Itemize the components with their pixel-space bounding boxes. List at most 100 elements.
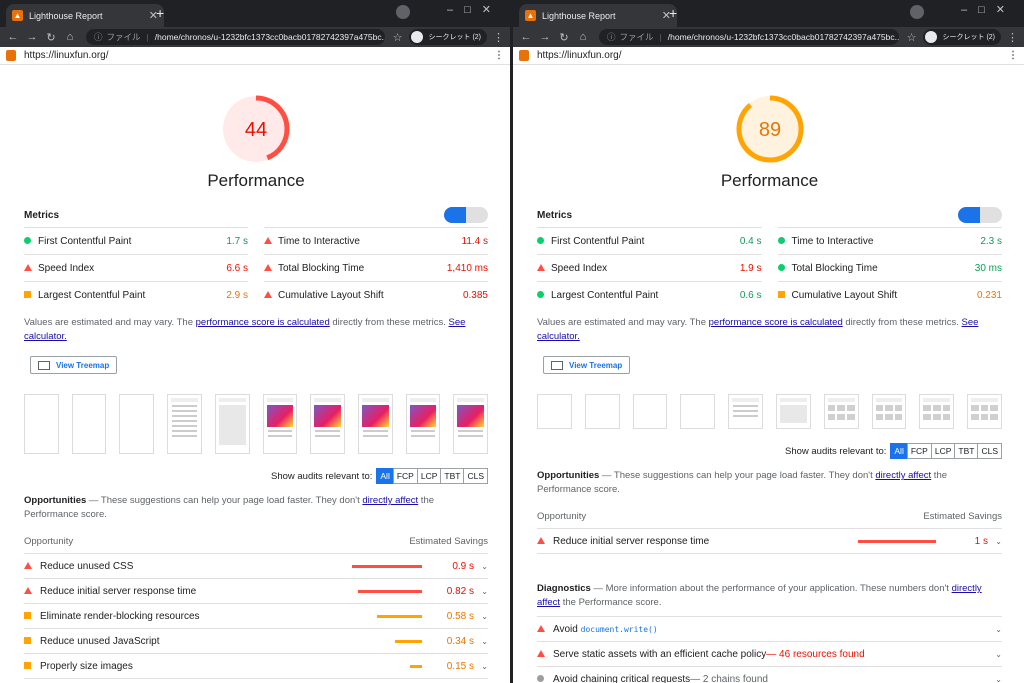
- address-bar[interactable]: ⓘ ファイル | /home/chronos/u-1232bfc1373cc0b…: [599, 29, 899, 45]
- chevron-down-icon[interactable]: ⌄: [474, 637, 488, 646]
- report-content: 89 Performance Metrics First Contentful …: [513, 93, 1024, 683]
- filter-cls[interactable]: CLS: [977, 443, 1002, 459]
- filmstrip-frame: [632, 394, 668, 429]
- view-treemap-button[interactable]: View Treemap: [543, 356, 631, 374]
- treemap-icon: [551, 360, 563, 370]
- bookmark-star-icon[interactable]: ☆: [393, 31, 403, 44]
- opportunity-row[interactable]: Reduce unused JavaScript 0.34 s ⌄: [24, 629, 488, 654]
- metrics-view-toggle[interactable]: [958, 207, 1002, 223]
- savings-bar: [410, 664, 422, 668]
- directly-affect-link[interactable]: directly affect: [875, 470, 931, 481]
- opportunity-row[interactable]: Reduce initial server response time 1 s ⌄: [537, 529, 1002, 554]
- metric-status-icon: [537, 290, 551, 300]
- opportunity-status-icon: [24, 561, 40, 572]
- filter-all[interactable]: All: [890, 443, 908, 459]
- lighthouse-logo-icon: [6, 50, 16, 61]
- window-controls[interactable]: –□✕: [447, 3, 502, 16]
- chevron-down-icon[interactable]: ⌄: [988, 537, 1002, 546]
- tab-title: Lighthouse Report: [29, 10, 103, 21]
- bookmark-star-icon[interactable]: ☆: [907, 31, 917, 44]
- forward-icon[interactable]: →: [25, 31, 39, 43]
- incognito-avatar-icon: [410, 31, 423, 43]
- filter-all[interactable]: All: [376, 468, 394, 484]
- metrics-label: Metrics: [24, 209, 60, 221]
- address-separator: |: [659, 32, 662, 42]
- view-treemap-button[interactable]: View Treemap: [30, 356, 118, 374]
- chevron-down-icon[interactable]: ⌄: [474, 587, 488, 596]
- filter-lcp[interactable]: LCP: [930, 443, 956, 459]
- filter-fcp[interactable]: FCP: [392, 468, 418, 484]
- opportunities-description: Opportunities — These suggestions can he…: [537, 469, 1002, 497]
- toggle-expanded-icon[interactable]: [466, 207, 488, 223]
- directly-affect-link[interactable]: directly affect: [362, 495, 418, 506]
- opportunity-name: Reduce initial server response time: [40, 585, 197, 597]
- back-icon[interactable]: ←: [519, 31, 533, 43]
- reload-icon[interactable]: ↻: [44, 31, 58, 44]
- audit-filter-label: Show audits relevant to:: [270, 470, 373, 482]
- home-icon[interactable]: ⌂: [576, 31, 590, 43]
- filmstrip-frame: [453, 394, 489, 454]
- reload-icon[interactable]: ↻: [557, 31, 571, 44]
- chevron-down-icon[interactable]: ⌄: [995, 675, 1002, 683]
- metric-status-icon: [264, 263, 278, 273]
- diagnostic-row[interactable]: Avoid chaining critical requests — 2 cha…: [537, 667, 1002, 683]
- filmstrip-frame: [214, 394, 250, 454]
- chevron-down-icon[interactable]: ⌄: [474, 612, 488, 621]
- tab-lighthouse-report[interactable]: ▲ Lighthouse Report ✕: [519, 4, 677, 27]
- toggle-compact-icon[interactable]: [444, 207, 466, 223]
- opportunity-row[interactable]: Reduce unused CSS 0.9 s ⌄: [24, 554, 488, 579]
- diag-desc: — More information about the performance…: [590, 583, 952, 594]
- report-menu-icon[interactable]: ⋮: [494, 50, 504, 61]
- opp-desc: — These suggestions can help your page l…: [86, 495, 363, 506]
- note-text: Values are estimated and may vary. The: [24, 317, 196, 328]
- report-menu-icon[interactable]: ⋮: [1008, 50, 1018, 61]
- new-tab-icon[interactable]: +: [669, 5, 677, 21]
- col-opportunity: Opportunity: [24, 536, 74, 547]
- diagnostic-detail: — 46 resources found: [766, 648, 865, 660]
- profile-circle-icon[interactable]: [396, 5, 410, 19]
- incognito-button[interactable]: シークレット (2): [408, 29, 487, 45]
- info-icon[interactable]: ⓘ: [94, 31, 103, 43]
- tab-lighthouse-report[interactable]: ▲ Lighthouse Report ✕: [6, 4, 164, 27]
- opportunities-description: Opportunities — These suggestions can he…: [24, 494, 488, 522]
- chevron-down-icon[interactable]: ⌄: [474, 562, 488, 571]
- back-icon[interactable]: ←: [6, 31, 20, 43]
- filmstrip-frame: [967, 394, 1002, 429]
- filter-tbt[interactable]: TBT: [440, 468, 465, 484]
- browser-menu-icon[interactable]: ⋮: [1007, 31, 1018, 44]
- metric-status-icon: [24, 290, 38, 300]
- opportunity-list: Reduce initial server response time 1 s ⌄: [537, 529, 1002, 554]
- new-tab-icon[interactable]: +: [156, 5, 164, 21]
- metrics-view-toggle[interactable]: [444, 207, 488, 223]
- filmstrip: [537, 394, 1002, 429]
- chevron-down-icon[interactable]: ⌄: [995, 650, 1002, 659]
- address-bar[interactable]: ⓘ ファイル | /home/chronos/u-1232bfc1373cc0b…: [86, 29, 385, 45]
- filter-lcp[interactable]: LCP: [416, 468, 442, 484]
- metric-name: First Contentful Paint: [38, 235, 132, 247]
- score-calculated-link[interactable]: performance score is calculated: [196, 317, 330, 328]
- lighthouse-favicon-icon: ▲: [12, 10, 23, 21]
- address-text: /home/chronos/u-1232bfc1373cc0bacb017827…: [667, 32, 899, 42]
- chevron-down-icon[interactable]: ⌄: [474, 662, 488, 671]
- diagnostic-row[interactable]: Avoid document.write() ⌄: [537, 617, 1002, 642]
- chevron-down-icon[interactable]: ⌄: [995, 625, 1002, 634]
- opportunity-row[interactable]: Eliminate render-blocking resources 0.58 …: [24, 604, 488, 629]
- browser-menu-icon[interactable]: ⋮: [493, 31, 504, 44]
- forward-icon[interactable]: →: [538, 31, 552, 43]
- info-icon[interactable]: ⓘ: [607, 31, 616, 43]
- opportunity-row[interactable]: Properly size images 0.15 s ⌄: [24, 654, 488, 679]
- incognito-button[interactable]: シークレット (2): [922, 29, 1001, 45]
- score-calculated-link[interactable]: performance score is calculated: [709, 317, 843, 328]
- toggle-compact-icon[interactable]: [958, 207, 980, 223]
- window-controls[interactable]: –□✕: [961, 3, 1016, 16]
- profile-circle-icon[interactable]: [910, 5, 924, 19]
- opportunity-row[interactable]: Reduce initial server response time 0.82 …: [24, 579, 488, 604]
- filter-tbt[interactable]: TBT: [954, 443, 979, 459]
- diagnostic-row[interactable]: Serve static assets with an efficient ca…: [537, 642, 1002, 667]
- filter-cls[interactable]: CLS: [463, 468, 488, 484]
- metric-status-icon: [24, 263, 38, 273]
- filter-fcp[interactable]: FCP: [906, 443, 932, 459]
- tab-title: Lighthouse Report: [542, 10, 616, 21]
- toggle-expanded-icon[interactable]: [980, 207, 1002, 223]
- home-icon[interactable]: ⌂: [63, 31, 77, 43]
